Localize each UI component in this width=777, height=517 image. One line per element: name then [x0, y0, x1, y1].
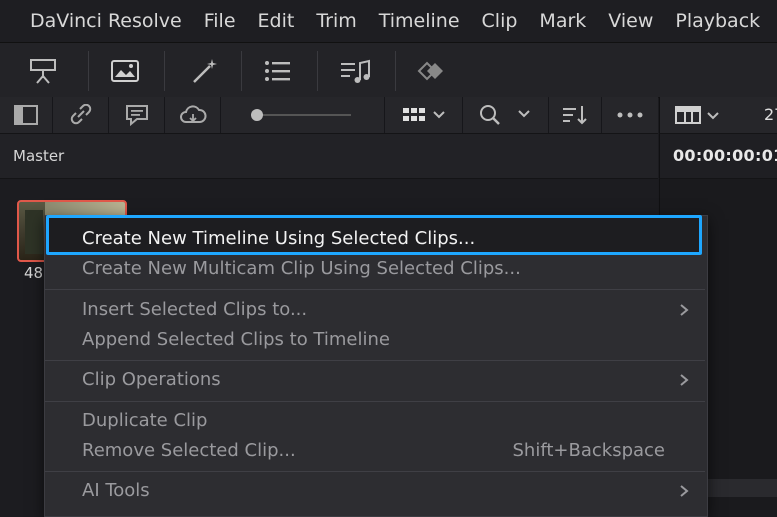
bin-title: Master — [13, 147, 65, 165]
zoom-slider-track[interactable] — [243, 108, 363, 122]
toolbar-divider — [317, 51, 318, 91]
comment-button[interactable] — [109, 97, 165, 133]
layout-icon[interactable] — [674, 105, 724, 125]
more-options-button[interactable] — [602, 97, 658, 133]
grid-view-icon — [402, 108, 445, 121]
chevron-right-icon — [680, 304, 689, 316]
list-icon[interactable] — [263, 56, 293, 86]
bin-header: Master — [0, 134, 658, 179]
media-pool-toolbar — [0, 97, 658, 134]
menu-app-name[interactable]: DaVinci Resolve — [30, 10, 182, 32]
thumbnail-zoom-slider[interactable] — [221, 97, 385, 133]
music-list-icon[interactable] — [340, 56, 370, 86]
toolbar-divider — [164, 51, 165, 91]
toolbar-divider — [395, 51, 396, 91]
timecode-value: 00:00:00:01 — [673, 146, 777, 165]
diamond-keyframe-icon[interactable] — [415, 56, 451, 86]
cloud-icon — [179, 105, 206, 123]
viewer-scrollbar[interactable] — [706, 479, 777, 497]
chevron-right-icon — [680, 485, 689, 497]
menu-separator — [45, 289, 705, 290]
menu-separator — [45, 360, 705, 361]
menu-timeline[interactable]: Timeline — [379, 10, 460, 32]
menu-file[interactable]: File — [204, 10, 236, 32]
viewer-toolbar: 27 — [659, 97, 777, 134]
menu-item-clip-operations[interactable]: Clip Operations — [82, 369, 221, 390]
magic-wand-icon[interactable] — [190, 56, 220, 86]
search-button[interactable] — [463, 97, 549, 133]
menu-item-shortcut: Shift+Backspace — [512, 440, 666, 461]
chevron-right-icon — [680, 374, 689, 386]
link-button[interactable] — [53, 97, 109, 133]
timecode-display: 00:00:00:01 — [659, 134, 777, 179]
menu-item-append-clips[interactable]: Append Selected Clips to Timeline — [82, 329, 390, 350]
sidebar-icon — [14, 105, 38, 125]
menu-item-create-multicam[interactable]: Create New Multicam Clip Using Selected … — [82, 258, 521, 279]
menu-playback[interactable]: Playback — [675, 10, 760, 32]
toolbar — [0, 43, 777, 98]
menu-item-remove-clip[interactable]: Remove Selected Clip... — [82, 440, 296, 461]
image-icon[interactable] — [110, 56, 140, 86]
menu-edit[interactable]: Edit — [258, 10, 295, 32]
search-icon — [479, 105, 530, 125]
toolbar-divider — [88, 51, 89, 91]
thumbnail-building — [25, 210, 43, 254]
menu-bar: DaVinci Resolve File Edit Trim Timeline … — [0, 0, 777, 43]
menu-item-duplicate-clip[interactable]: Duplicate Clip — [82, 410, 207, 431]
presenter-icon[interactable] — [28, 56, 58, 86]
clip-name: 48 — [24, 264, 44, 282]
sidebar-toggle[interactable] — [0, 97, 53, 133]
view-mode-button[interactable] — [385, 97, 463, 133]
menu-item-ai-tools[interactable]: AI Tools — [82, 480, 150, 501]
menu-trim[interactable]: Trim — [316, 10, 356, 32]
menu-view[interactable]: View — [608, 10, 653, 32]
menu-item-create-timeline[interactable]: Create New Timeline Using Selected Clips… — [82, 228, 475, 249]
cloud-button[interactable] — [165, 97, 221, 133]
sort-icon — [563, 106, 587, 125]
menu-separator — [45, 471, 705, 472]
menu-item-insert-clips[interactable]: Insert Selected Clips to... — [82, 299, 307, 320]
menu-separator — [45, 401, 705, 402]
context-menu: Create New Timeline Using Selected Clips… — [44, 215, 708, 517]
menu-mark[interactable]: Mark — [539, 10, 586, 32]
more-icon — [617, 112, 643, 118]
link-icon — [70, 104, 91, 125]
sort-button[interactable] — [549, 97, 602, 133]
viewer-number: 27 — [764, 105, 777, 124]
toolbar-divider — [241, 51, 242, 91]
comment-icon — [125, 105, 148, 126]
menu-clip[interactable]: Clip — [482, 10, 518, 32]
